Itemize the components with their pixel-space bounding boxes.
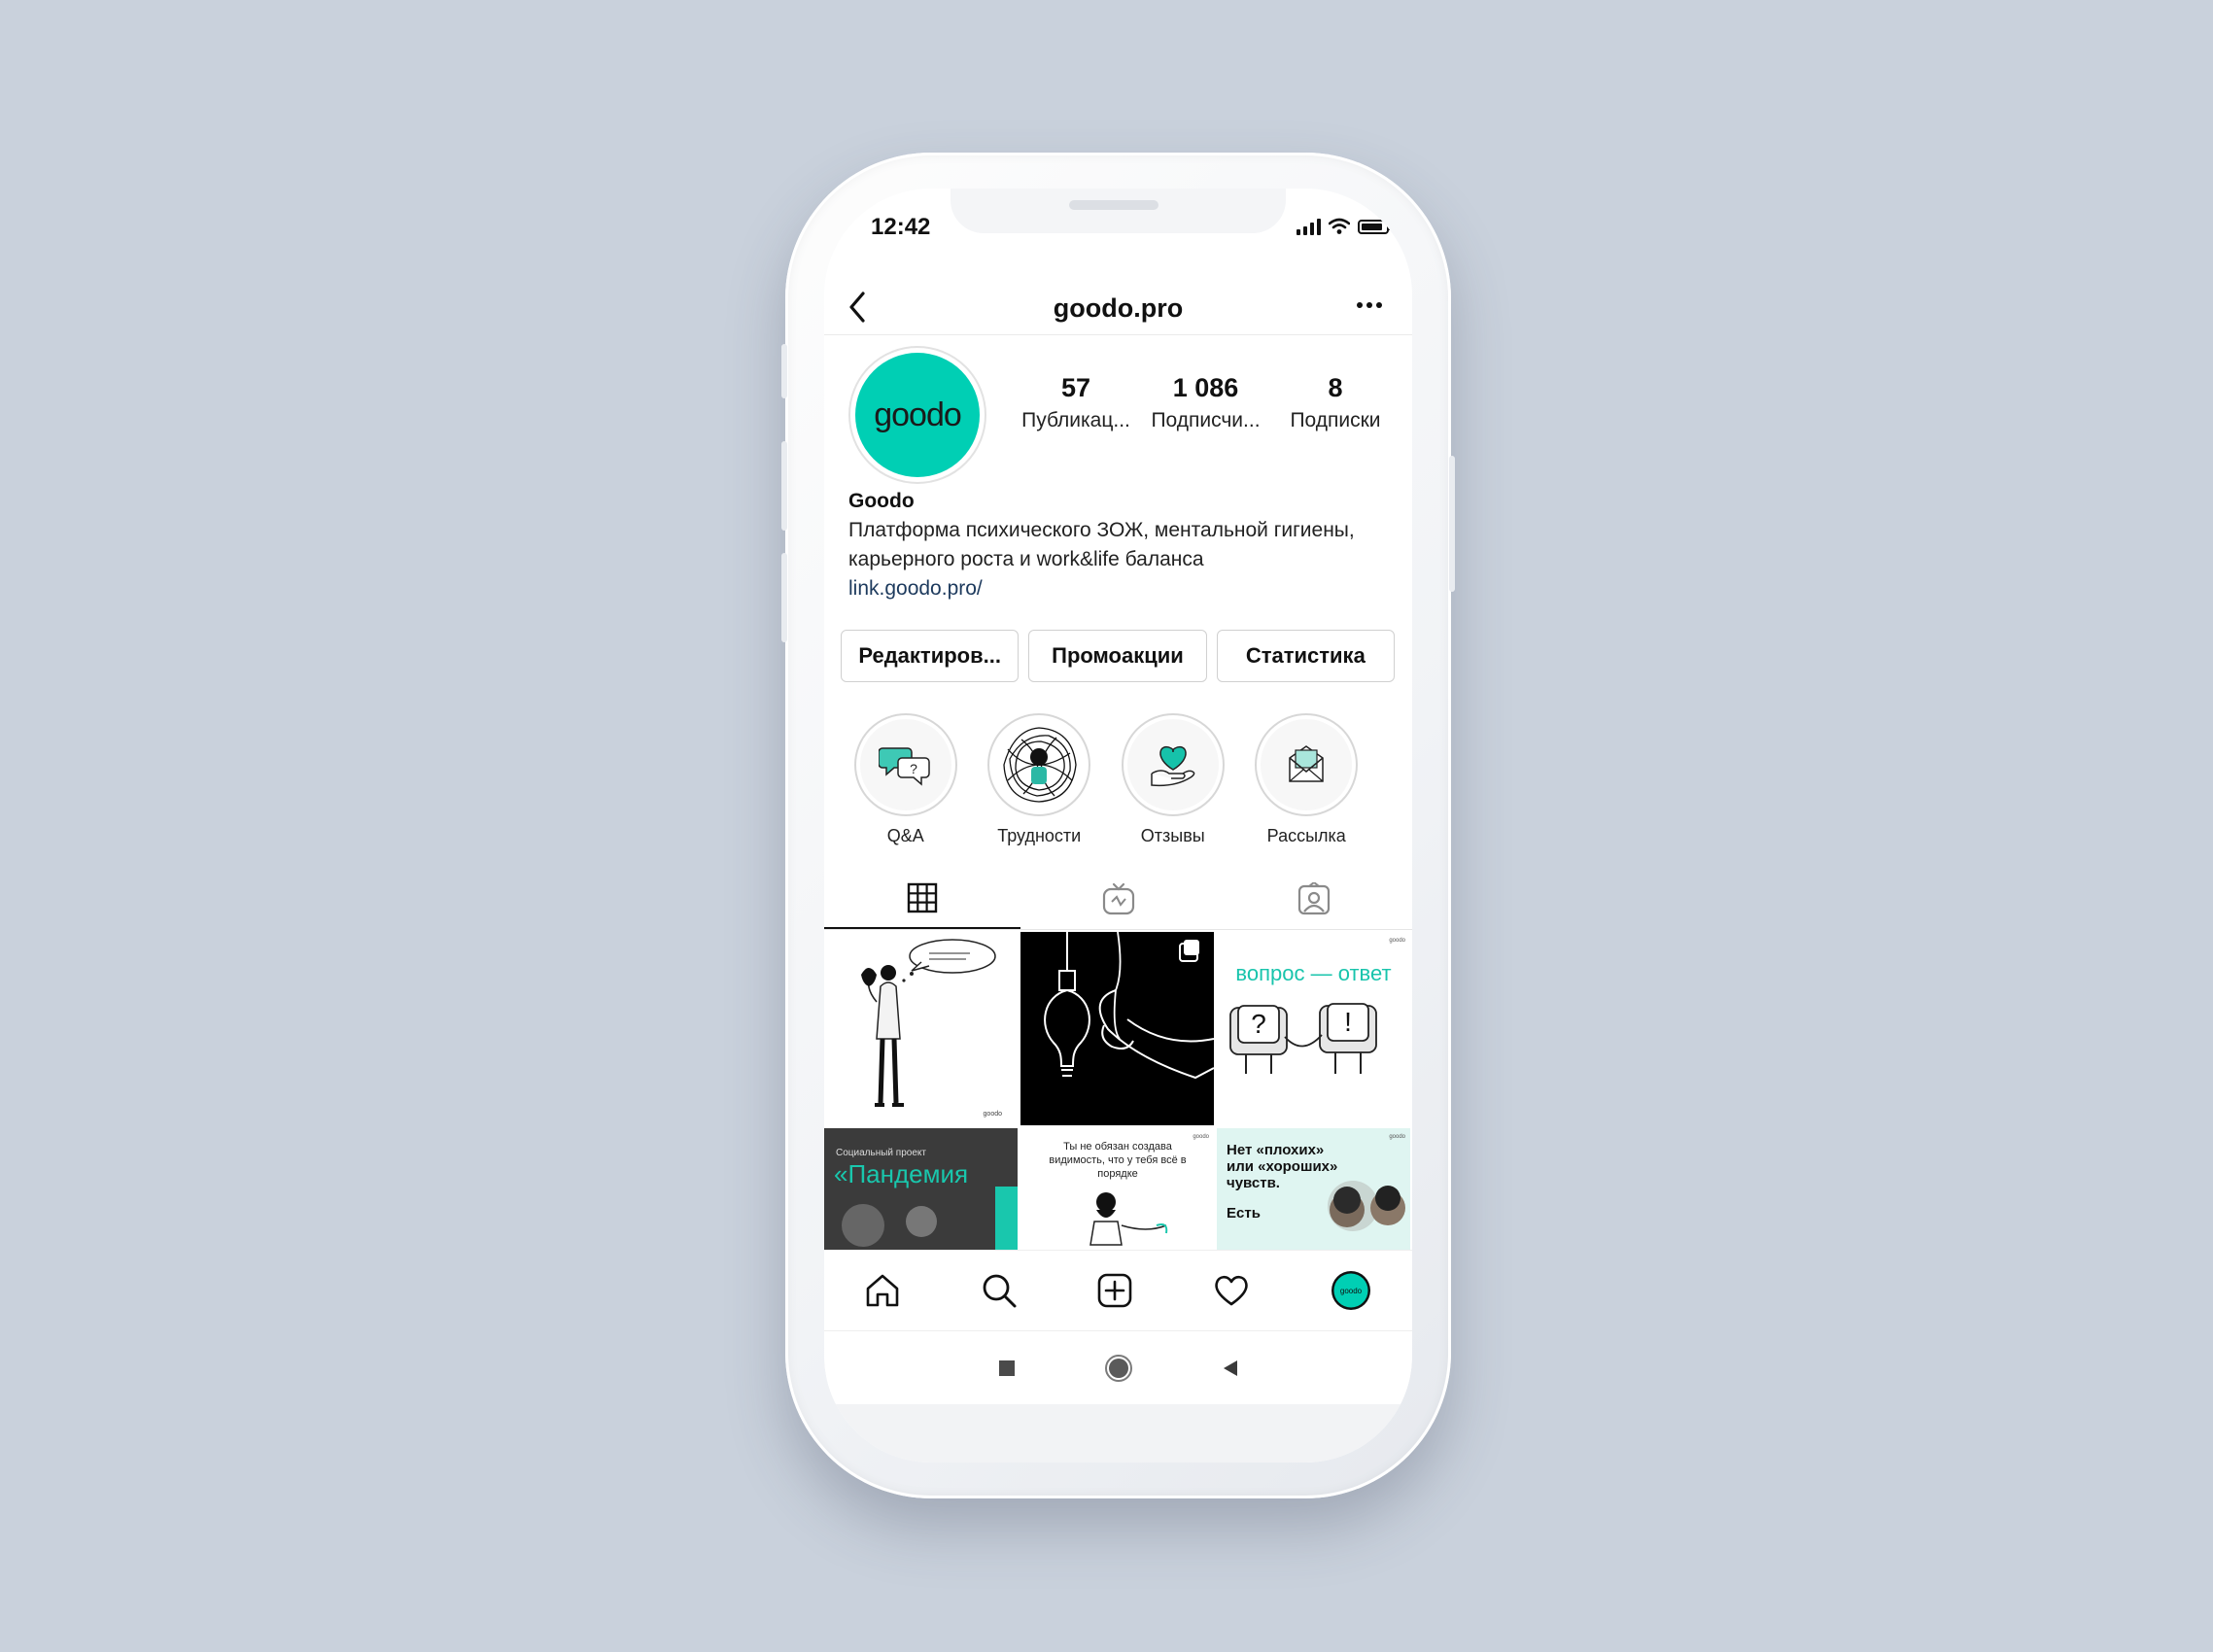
profile-avatar-icon[interactable]: goodo bbox=[1330, 1269, 1372, 1312]
post-thumbnail[interactable]: вопрос — ответ ? ! goodo bbox=[1217, 932, 1410, 1125]
profile-avatar-icon-text: goodo bbox=[1340, 1287, 1363, 1295]
recent-apps-icon[interactable] bbox=[997, 1359, 1017, 1378]
battery-icon bbox=[1358, 219, 1392, 234]
signal-icon bbox=[1297, 218, 1321, 235]
stat-following-label: Подписки bbox=[1290, 409, 1381, 431]
stat-followers-label: Подписчи... bbox=[1151, 409, 1261, 431]
heart-in-hand-icon bbox=[1151, 745, 1195, 787]
edit-profile-button[interactable]: Редактиров... bbox=[841, 630, 1020, 682]
post-watermark: goodo bbox=[1389, 938, 1405, 944]
post-illustration bbox=[1044, 932, 1214, 1080]
mute-switch bbox=[781, 344, 787, 398]
bio-line-1: Платформа психического ЗОЖ, ментальной г… bbox=[848, 519, 1355, 541]
profile-avatar[interactable]: goodo bbox=[848, 346, 986, 484]
search-icon[interactable] bbox=[981, 1272, 1018, 1309]
phone-mockup: 12:42 goodo.pro goodo 57 Публикац... 1 0… bbox=[781, 153, 1455, 1498]
highlight-newsletter-label: Рассылка bbox=[1266, 826, 1346, 845]
post-watermark: goodo bbox=[1193, 1134, 1209, 1140]
wifi-icon bbox=[1329, 218, 1350, 234]
username-title: goodo.pro bbox=[1053, 293, 1184, 323]
phone-screen: 12:42 goodo.pro goodo 57 Публикац... 1 0… bbox=[824, 189, 1412, 1463]
screen-bottom-bezel bbox=[824, 1404, 1412, 1463]
post-thumbnail[interactable]: goodo bbox=[824, 932, 1018, 1125]
bottom-navigation: goodo bbox=[824, 1250, 1412, 1330]
system-navigation bbox=[824, 1330, 1412, 1405]
profile-tabs bbox=[824, 869, 1412, 930]
stat-following-value: 8 bbox=[1328, 373, 1343, 402]
tab-tagged[interactable] bbox=[1216, 869, 1412, 929]
highlight-difficulties-label: Трудности bbox=[997, 826, 1082, 845]
svg-text:?: ? bbox=[1251, 1009, 1266, 1039]
insights-button[interactable]: Статистика bbox=[1216, 630, 1395, 682]
back-triangle-icon[interactable] bbox=[1221, 1359, 1240, 1378]
stat-posts[interactable]: 57 Публикац... bbox=[1014, 373, 1138, 432]
stat-posts-value: 57 bbox=[1060, 373, 1091, 402]
stat-following[interactable]: 8 Подписки bbox=[1273, 373, 1398, 432]
highlight-qa[interactable]: ? Q&A bbox=[853, 713, 958, 846]
home-circle-icon[interactable] bbox=[1104, 1354, 1133, 1383]
profile-bio: Goodo Платформа психического ЗОЖ, ментал… bbox=[848, 487, 1393, 603]
post-illustration: goodo bbox=[861, 939, 1003, 1118]
envelope-icon bbox=[1289, 745, 1324, 782]
speech-bubbles-icon: ? bbox=[878, 747, 930, 786]
post-illustration: ? ! goodo bbox=[1229, 938, 1406, 1074]
svg-text:?: ? bbox=[910, 761, 917, 776]
stat-followers[interactable]: 1 086 Подписчи... bbox=[1144, 373, 1268, 432]
volume-down-button bbox=[781, 553, 787, 642]
highlight-newsletter[interactable]: Рассылка bbox=[1255, 713, 1360, 846]
stat-posts-label: Публикац... bbox=[1021, 409, 1130, 431]
bio-link[interactable]: link.goodo.pro/ bbox=[848, 574, 1393, 603]
post-watermark: goodo bbox=[1389, 1134, 1405, 1140]
highlight-qa-label: Q&A bbox=[886, 826, 924, 845]
post-thumbnail[interactable] bbox=[1020, 932, 1214, 1125]
tagged-icon bbox=[1298, 882, 1331, 915]
tab-grid[interactable] bbox=[824, 869, 1020, 929]
activity-heart-icon[interactable] bbox=[1213, 1272, 1250, 1309]
avatar-logo-text: goodo bbox=[874, 396, 962, 433]
highlight-reviews-label: Отзывы bbox=[1140, 826, 1205, 845]
volume-up-button bbox=[781, 441, 787, 531]
promotions-button[interactable]: Промоакции bbox=[1028, 630, 1207, 682]
status-bar: 12:42 bbox=[824, 214, 1412, 253]
igtv-icon bbox=[1102, 882, 1134, 915]
profile-header: goodo.pro bbox=[824, 276, 1412, 335]
status-time: 12:42 bbox=[871, 214, 931, 240]
highlight-difficulties[interactable]: Трудности bbox=[987, 713, 1092, 846]
stat-followers-value: 1 086 bbox=[1172, 373, 1239, 402]
add-post-icon[interactable] bbox=[1096, 1272, 1133, 1309]
profile-name: Goodo bbox=[848, 490, 915, 512]
tab-igtv[interactable] bbox=[1020, 869, 1217, 929]
profile-stats: 57 Публикац... 1 086 Подписчи... 8 Подпи… bbox=[1014, 373, 1398, 432]
home-icon[interactable] bbox=[864, 1272, 901, 1309]
highlight-reviews[interactable]: Отзывы bbox=[1121, 713, 1226, 846]
power-button bbox=[1449, 456, 1455, 592]
more-options-icon[interactable] bbox=[1356, 300, 1383, 310]
tangled-person-icon bbox=[1000, 726, 1079, 804]
post-watermark: goodo bbox=[984, 1111, 1003, 1118]
grid-icon bbox=[907, 882, 938, 913]
svg-text:!: ! bbox=[1344, 1007, 1352, 1037]
bio-line-2: карьерного роста и work&life баланса bbox=[848, 548, 1204, 570]
story-highlights: ? Q&A Трудности Отзывы Рассылка bbox=[853, 713, 1359, 846]
profile-action-buttons: Редактиров... Промоакции Статистика bbox=[841, 630, 1395, 682]
